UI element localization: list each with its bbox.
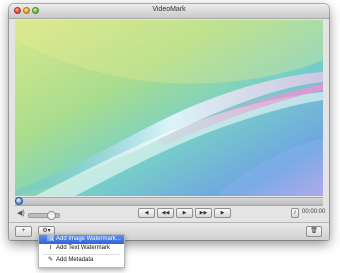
pencil-icon: ✎ xyxy=(47,257,54,263)
volume-slider-knob[interactable] xyxy=(47,211,56,220)
menu-item-label: Add Image Watermark... xyxy=(56,236,121,242)
title-bar: VideoMark xyxy=(9,4,329,19)
menu-item-add-image-watermark[interactable]: 🖼 Add Image Watermark... xyxy=(39,235,124,244)
info-button[interactable]: i xyxy=(291,208,299,218)
image-icon: 🖼 xyxy=(47,236,55,242)
window-title: VideoMark xyxy=(152,6,186,13)
video-frame-artwork xyxy=(15,20,323,196)
next-button[interactable]: ▶ xyxy=(214,208,231,218)
menu-item-add-text-watermark[interactable]: I Add Text Watermark xyxy=(39,244,124,253)
add-button[interactable]: + xyxy=(15,226,32,237)
text-cursor-icon: I xyxy=(49,245,52,251)
playback-controls: ◀) ◀ ◀◀ ▶ ▶▶ ▶ i 00:00:00 xyxy=(15,206,326,222)
previous-button[interactable]: ◀ xyxy=(138,208,155,218)
menu-item-add-metadata[interactable]: ✎ Add Metadata xyxy=(39,256,124,265)
timeline-scrubber[interactable] xyxy=(15,197,323,206)
app-window: VideoMark ◀) ◀ ◀◀ ▶ ▶▶ ▶ i 00:00:00 + ⚙▾… xyxy=(9,4,329,240)
menu-separator xyxy=(43,254,120,255)
video-preview xyxy=(15,20,323,196)
menu-item-label: Add Text Watermark xyxy=(56,245,111,251)
action-dropdown-menu: 🖼 Add Image Watermark... I Add Text Wate… xyxy=(38,234,125,268)
timecode-display: 00:00:00 xyxy=(302,209,326,215)
volume-slider[interactable] xyxy=(28,211,60,220)
speaker-icon: ◀) xyxy=(17,210,25,217)
playhead-handle[interactable] xyxy=(15,197,23,205)
trash-button[interactable]: 🗑 xyxy=(306,226,322,237)
fast-forward-button[interactable]: ▶▶ xyxy=(195,208,212,218)
rewind-button[interactable]: ◀◀ xyxy=(157,208,174,218)
menu-item-label: Add Metadata xyxy=(56,257,94,263)
play-button[interactable]: ▶ xyxy=(176,208,193,218)
